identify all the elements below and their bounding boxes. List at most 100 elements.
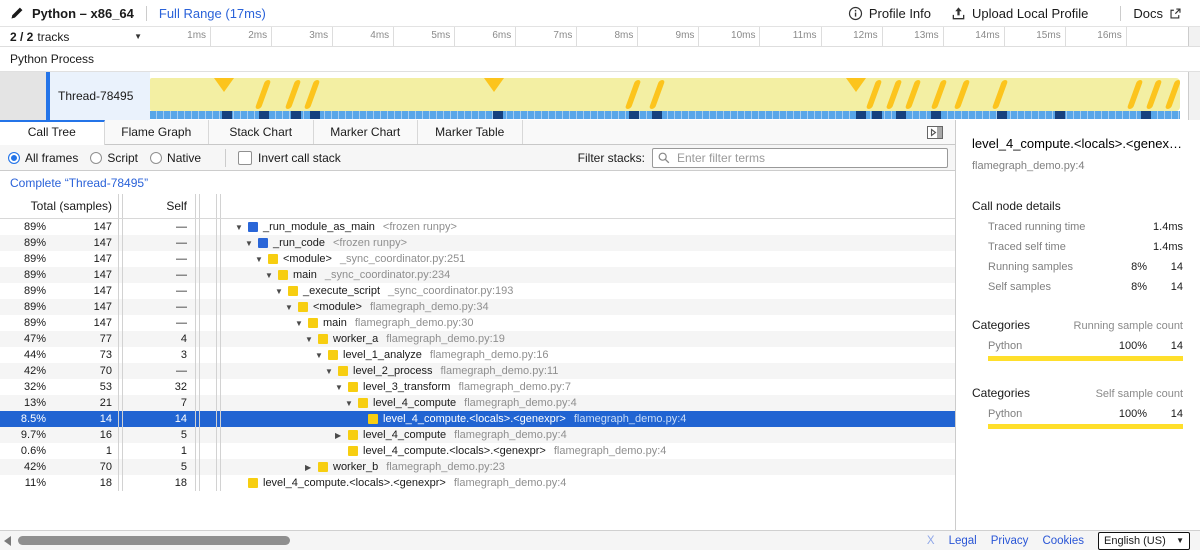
cell-function: level_4_compute.<locals>.<genexpr>flameg… — [221, 413, 955, 425]
radio-native[interactable]: Native — [150, 151, 201, 165]
process-track-header[interactable]: Python Process — [0, 47, 1200, 72]
upload-profile-button[interactable]: Upload Local Profile — [951, 6, 1088, 21]
radio-unchecked-icon — [150, 152, 162, 164]
thread-track-graph[interactable] — [150, 72, 1188, 120]
tab-call-tree[interactable]: Call Tree — [0, 120, 105, 145]
cell-function: ▶level_4_computeflamegraph_demo.py:4 — [221, 429, 955, 441]
call-tree-row[interactable]: 47%774▼worker_aflamegraph_demo.py:19 — [0, 331, 955, 347]
expander-open-icon[interactable]: ▼ — [275, 287, 288, 296]
column-header-self[interactable]: Self — [123, 199, 195, 213]
language-select[interactable]: English (US) ▼ — [1098, 532, 1190, 550]
expander-closed-icon[interactable]: ▶ — [335, 431, 348, 440]
footer-link-privacy[interactable]: Privacy — [991, 535, 1029, 547]
call-tree-row[interactable]: 89%147—▼_run_code<frozen runpy> — [0, 235, 955, 251]
sample-strip[interactable] — [150, 111, 1180, 119]
vertical-scrollbar-rail[interactable] — [1188, 72, 1200, 120]
expander-open-icon[interactable]: ▼ — [285, 303, 298, 312]
expander-open-icon[interactable]: ▼ — [235, 223, 248, 232]
invert-call-stack-checkbox[interactable]: Invert call stack — [238, 151, 341, 165]
footer-link-legal[interactable]: Legal — [949, 535, 977, 547]
category-square-icon-yellow — [348, 446, 358, 456]
full-range-link[interactable]: Full Range (17ms) — [159, 6, 266, 21]
marker-triangle-icon — [846, 78, 866, 92]
expander-open-icon[interactable]: ▼ — [305, 335, 318, 344]
call-tree-row[interactable]: 11%1818level_4_compute.<locals>.<genexpr… — [0, 475, 955, 491]
docs-link[interactable]: Docs — [1133, 6, 1188, 21]
expander-open-icon[interactable]: ▼ — [315, 351, 328, 360]
call-tree-row[interactable]: 42%705▶worker_bflamegraph_demo.py:23 — [0, 459, 955, 475]
cell-self: 3 — [123, 349, 195, 361]
cell-function: ▼_run_code<frozen runpy> — [221, 237, 955, 249]
thread-track-label[interactable]: Thread-78495 — [50, 72, 150, 120]
ruler-tick: 7ms — [516, 27, 577, 46]
function-file: _sync_coordinator.py:193 — [388, 285, 513, 297]
tab-marker-chart[interactable]: Marker Chart — [314, 120, 419, 144]
call-tree-row[interactable]: 89%147—▼_execute_script_sync_coordinator… — [0, 283, 955, 299]
tab-flame-graph[interactable]: Flame Graph — [105, 120, 210, 144]
expander-open-icon[interactable]: ▼ — [345, 399, 358, 408]
cell-total-percent: 44% — [0, 349, 46, 361]
vertical-scrollbar-rail[interactable] — [1188, 27, 1200, 46]
expander-open-icon[interactable]: ▼ — [255, 255, 268, 264]
footer-link-cookies[interactable]: Cookies — [1042, 535, 1084, 547]
sample-dark-segment — [856, 111, 866, 119]
call-tree-row[interactable]: 9.7%165▶level_4_computeflamegraph_demo.p… — [0, 427, 955, 443]
radio-script[interactable]: Script — [90, 151, 138, 165]
cell-total-samples: 21 — [46, 397, 118, 409]
call-tree-row[interactable]: 89%147—▼mainflamegraph_demo.py:30 — [0, 315, 955, 331]
sample-dark-segment — [872, 111, 882, 119]
cell-total-samples: 147 — [46, 317, 118, 329]
call-tree-row[interactable]: 89%147—▼<module>flamegraph_demo.py:34 — [0, 299, 955, 315]
category-bar — [988, 356, 1183, 361]
expander-open-icon[interactable]: ▼ — [295, 319, 308, 328]
sidebar-file-location: flamegraph_demo.py:4 — [972, 160, 1183, 172]
category-square-icon-yellow — [308, 318, 318, 328]
tab-marker-table[interactable]: Marker Table — [418, 120, 523, 144]
header-divider — [1120, 6, 1121, 21]
cell-self: 32 — [123, 381, 195, 393]
expander-open-icon[interactable]: ▼ — [335, 383, 348, 392]
call-tree-row[interactable]: 89%147—▼main_sync_coordinator.py:234 — [0, 267, 955, 283]
footer-dismiss-link[interactable]: X — [927, 535, 935, 547]
external-link-icon — [1169, 7, 1182, 20]
scroll-left-arrow-icon[interactable] — [4, 536, 11, 546]
sample-dark-segment — [291, 111, 301, 119]
detail-label: Self samples — [988, 281, 1107, 293]
expander-open-icon[interactable]: ▼ — [265, 271, 278, 280]
activity-graph[interactable] — [150, 78, 1180, 111]
call-tree-row[interactable]: 32%5332▼level_3_transformflamegraph_demo… — [0, 379, 955, 395]
expander-open-icon[interactable]: ▼ — [245, 239, 258, 248]
column-separator — [195, 219, 200, 235]
cell-total-percent: 8.5% — [0, 413, 46, 425]
profile-name[interactable]: Python – x86_64 — [32, 6, 134, 21]
filter-stacks-input[interactable] — [652, 148, 948, 168]
function-name: level_1_analyze — [343, 349, 422, 361]
call-tree-row[interactable]: 89%147—▼_run_module_as_main<frozen runpy… — [0, 219, 955, 235]
expander-open-icon[interactable]: ▼ — [325, 367, 338, 376]
edit-profile-name-icon[interactable] — [10, 6, 24, 20]
sidebar-toggle-button[interactable] — [927, 126, 943, 144]
call-tree-row[interactable]: 0.6%11level_4_compute.<locals>.<genexpr>… — [0, 443, 955, 459]
call-tree-row[interactable]: 89%147—▼<module>_sync_coordinator.py:251 — [0, 251, 955, 267]
profile-info-button[interactable]: Profile Info — [848, 6, 931, 21]
radio-all-frames[interactable]: All frames — [8, 151, 78, 165]
call-tree-row[interactable]: 44%733▼level_1_analyzeflamegraph_demo.py… — [0, 347, 955, 363]
category-value: 14 — [1147, 408, 1183, 420]
column-header-total[interactable]: Total (samples) — [0, 199, 118, 213]
cell-total-percent: 32% — [0, 381, 46, 393]
marker-slash-icon — [303, 80, 320, 109]
call-tree-row[interactable]: 42%70—▼level_2_processflamegraph_demo.py… — [0, 363, 955, 379]
tab-stack-chart[interactable]: Stack Chart — [209, 120, 314, 144]
cell-function: ▼main_sync_coordinator.py:234 — [221, 269, 955, 281]
cell-function: ▼level_4_computeflamegraph_demo.py:4 — [221, 397, 955, 409]
call-tree-row[interactable]: 13%217▼level_4_computeflamegraph_demo.py… — [0, 395, 955, 411]
category-percent: 100% — [1107, 340, 1147, 352]
detail-label: Traced running time — [988, 221, 1107, 233]
cell-function: ▼worker_aflamegraph_demo.py:19 — [221, 333, 955, 345]
tracks-selector-button[interactable]: 2 / 2 tracks ▼ — [0, 27, 150, 46]
horizontal-scrollbar-thumb[interactable] — [18, 536, 290, 545]
breadcrumb-complete-range-link[interactable]: Complete “Thread-78495” — [10, 176, 148, 190]
call-tree-row[interactable]: 8.5%1414level_4_compute.<locals>.<genexp… — [0, 411, 955, 427]
expander-closed-icon[interactable]: ▶ — [305, 463, 318, 472]
marker-slash-icon — [885, 80, 902, 109]
